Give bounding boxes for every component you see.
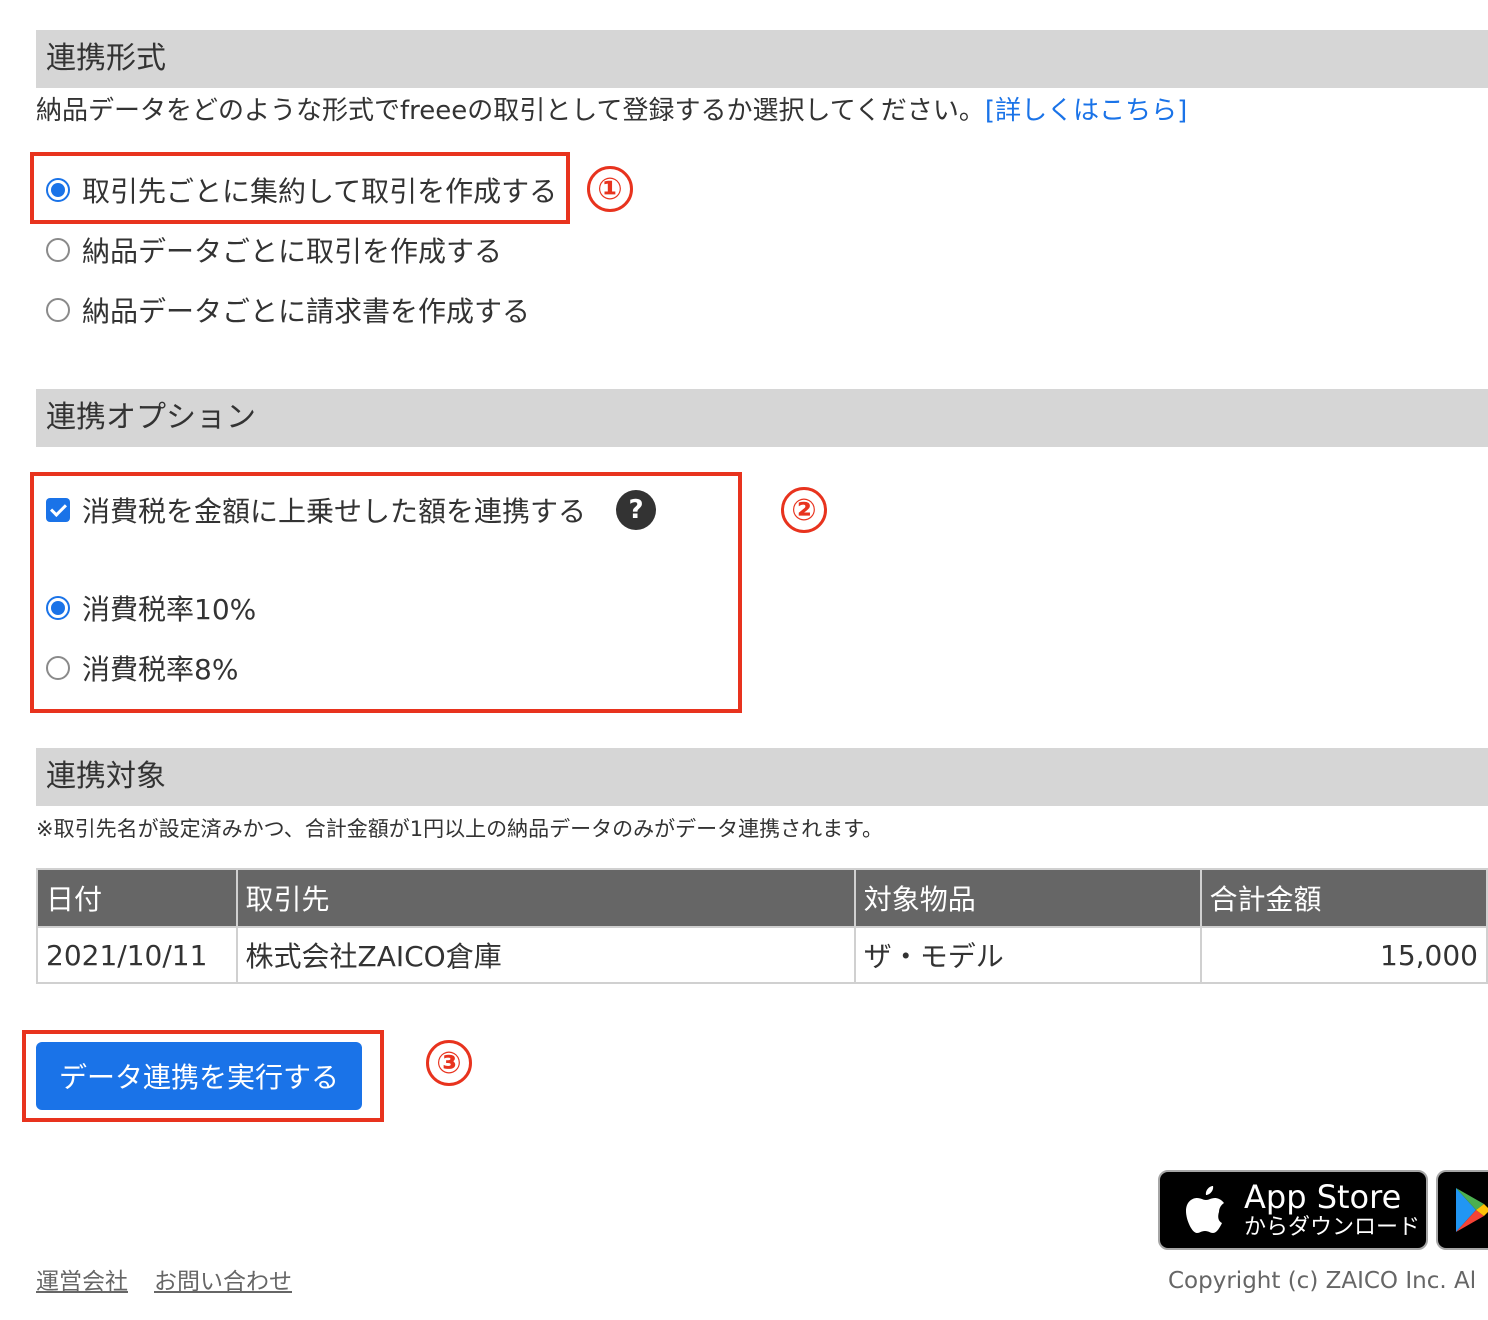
column-header-partner: 取引先: [235, 868, 856, 928]
annotation-number-1: ①: [587, 166, 633, 212]
google-play-badge[interactable]: [1436, 1170, 1488, 1250]
format-description: 納品データをどのような形式でfreeeの取引として登録するか選択してください。[…: [36, 90, 1187, 127]
format-option-per-delivery[interactable]: 納品データごとに取引を作成する: [46, 230, 502, 270]
column-header-items: 対象物品: [853, 868, 1202, 928]
app-store-badge[interactable]: App Store からダウンロード: [1158, 1170, 1428, 1250]
footer-link-contact[interactable]: お問い合わせ: [154, 1262, 292, 1296]
format-option-label: 納品データごとに取引を作成する: [82, 235, 503, 268]
radio-button[interactable]: [46, 298, 70, 322]
cell-items: ザ・モデル: [853, 926, 1202, 984]
annotation-number-2: ②: [781, 487, 827, 533]
table-row: 2021/10/11 株式会社ZAICO倉庫 ザ・モデル 15,000: [36, 926, 1488, 984]
cell-partner: 株式会社ZAICO倉庫: [235, 926, 856, 984]
app-store-text: App Store からダウンロード: [1244, 1179, 1420, 1241]
app-store-subtitle: からダウンロード: [1244, 1215, 1421, 1240]
google-play-icon: [1454, 1186, 1488, 1234]
format-option-label: 納品データごとに請求書を作成する: [82, 295, 531, 328]
table-header-row: 日付 取引先 対象物品 合計金額: [36, 868, 1488, 928]
column-header-total: 合計金額: [1199, 868, 1488, 928]
target-note: ※取引先名が設定済みかつ、合計金額が1円以上の納品データのみがデータ連携されます…: [36, 817, 884, 841]
cell-date: 2021/10/11: [36, 926, 238, 984]
section-header-format: 連携形式: [36, 30, 1488, 88]
annotation-box-2: [30, 472, 742, 713]
details-link[interactable]: [詳しくはこちら]: [985, 96, 1187, 126]
annotation-box-1: [30, 152, 570, 224]
section-header-target: 連携対象: [36, 748, 1488, 806]
copyright-text: Copyright (c) ZAICO Inc. Al: [1168, 1268, 1477, 1294]
app-store-title: App Store: [1244, 1178, 1402, 1216]
format-option-invoice[interactable]: 納品データごとに請求書を作成する: [46, 290, 530, 330]
column-header-date: 日付: [36, 868, 238, 928]
cell-total: 15,000: [1199, 926, 1488, 984]
footer-link-company[interactable]: 運営会社: [36, 1262, 128, 1296]
radio-button[interactable]: [46, 238, 70, 262]
annotation-box-3: [22, 1030, 384, 1122]
format-description-text: 納品データをどのような形式でfreeeの取引として登録するか選択してください。: [36, 96, 985, 126]
delivery-table: 日付 取引先 対象物品 合計金額 2021/10/11 株式会社ZAICO倉庫 …: [36, 868, 1488, 984]
apple-icon: [1182, 1182, 1228, 1238]
section-header-options: 連携オプション: [36, 389, 1488, 447]
annotation-number-3: ③: [426, 1040, 472, 1086]
